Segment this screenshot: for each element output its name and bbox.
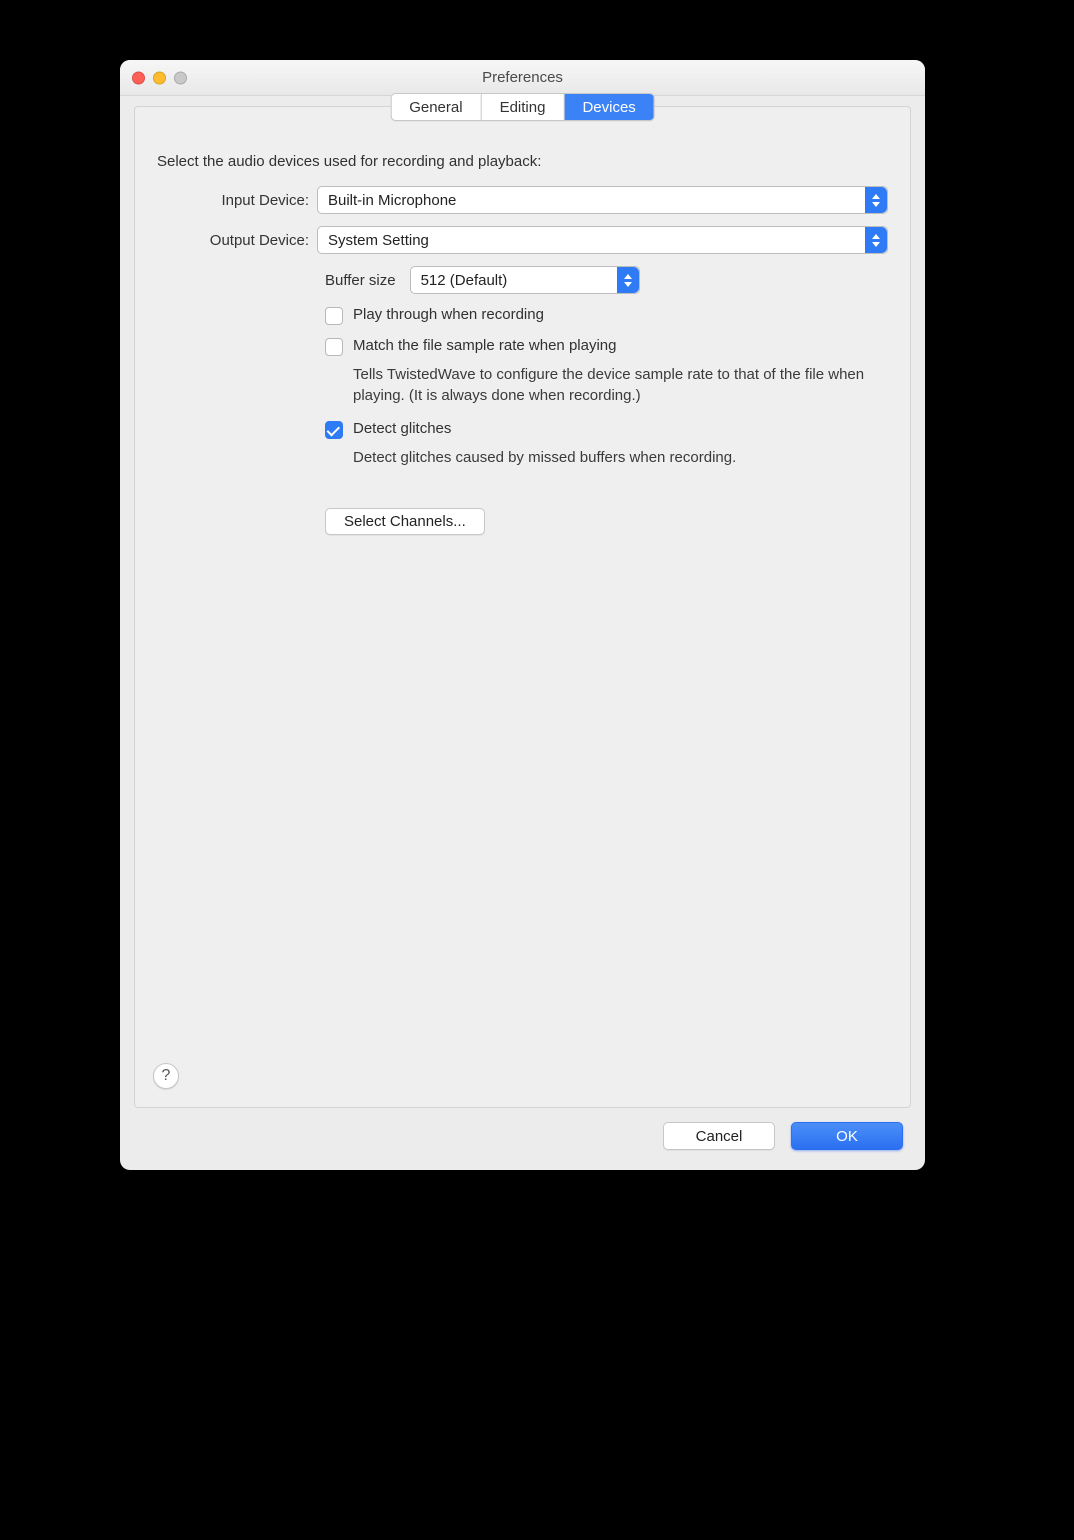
buffer-size-popup[interactable]: 512 (Default) — [410, 266, 640, 294]
zoom-window-button[interactable] — [174, 71, 187, 84]
help-button[interactable]: ? — [153, 1063, 179, 1089]
output-device-popup[interactable]: System Setting — [317, 226, 888, 254]
ok-button[interactable]: OK — [791, 1122, 903, 1150]
cancel-button[interactable]: Cancel — [663, 1122, 775, 1150]
preferences-panel: General Editing Devices Select the audio… — [134, 106, 911, 1108]
play-through-label: Play through when recording — [353, 306, 544, 323]
detect-glitches-row: Detect glitches — [325, 420, 888, 439]
detect-glitches-label: Detect glitches — [353, 420, 451, 437]
output-device-label: Output Device: — [157, 232, 317, 249]
select-channels-button[interactable]: Select Channels... — [325, 508, 485, 535]
tab-general[interactable]: General — [391, 94, 481, 120]
updown-icon — [865, 227, 887, 253]
play-through-checkbox[interactable] — [325, 307, 343, 325]
tab-devices[interactable]: Devices — [564, 94, 653, 120]
titlebar: Preferences — [120, 60, 925, 96]
detect-glitches-help: Detect glitches caused by missed buffers… — [353, 447, 888, 468]
updown-icon — [617, 267, 639, 293]
play-through-row: Play through when recording — [325, 306, 888, 325]
input-device-label: Input Device: — [157, 192, 317, 209]
instruction-text: Select the audio devices used for record… — [157, 153, 888, 170]
minimize-window-button[interactable] — [153, 71, 166, 84]
match-sample-rate-help: Tells TwistedWave to configure the devic… — [353, 364, 888, 406]
updown-icon — [865, 187, 887, 213]
tab-editing[interactable]: Editing — [482, 94, 565, 120]
match-sample-rate-checkbox[interactable] — [325, 338, 343, 356]
input-device-row: Input Device: Built-in Microphone — [157, 186, 888, 214]
match-sample-rate-row: Match the file sample rate when playing — [325, 337, 888, 356]
window-title: Preferences — [482, 69, 563, 86]
dialog-footer: Cancel OK — [120, 1108, 925, 1170]
window-controls — [132, 71, 187, 84]
tab-bar: General Editing Devices — [390, 93, 655, 121]
input-device-value: Built-in Microphone — [328, 192, 456, 209]
input-device-popup[interactable]: Built-in Microphone — [317, 186, 888, 214]
detect-glitches-checkbox[interactable] — [325, 421, 343, 439]
buffer-size-row: Buffer size 512 (Default) — [325, 266, 888, 294]
match-sample-rate-label: Match the file sample rate when playing — [353, 337, 616, 354]
close-window-button[interactable] — [132, 71, 145, 84]
preferences-window: Preferences General Editing Devices Sele… — [120, 60, 925, 1170]
output-device-row: Output Device: System Setting — [157, 226, 888, 254]
output-device-value: System Setting — [328, 232, 429, 249]
devices-tab-content: Select the audio devices used for record… — [135, 107, 910, 547]
buffer-size-value: 512 (Default) — [421, 272, 508, 289]
buffer-size-label: Buffer size — [325, 272, 396, 289]
